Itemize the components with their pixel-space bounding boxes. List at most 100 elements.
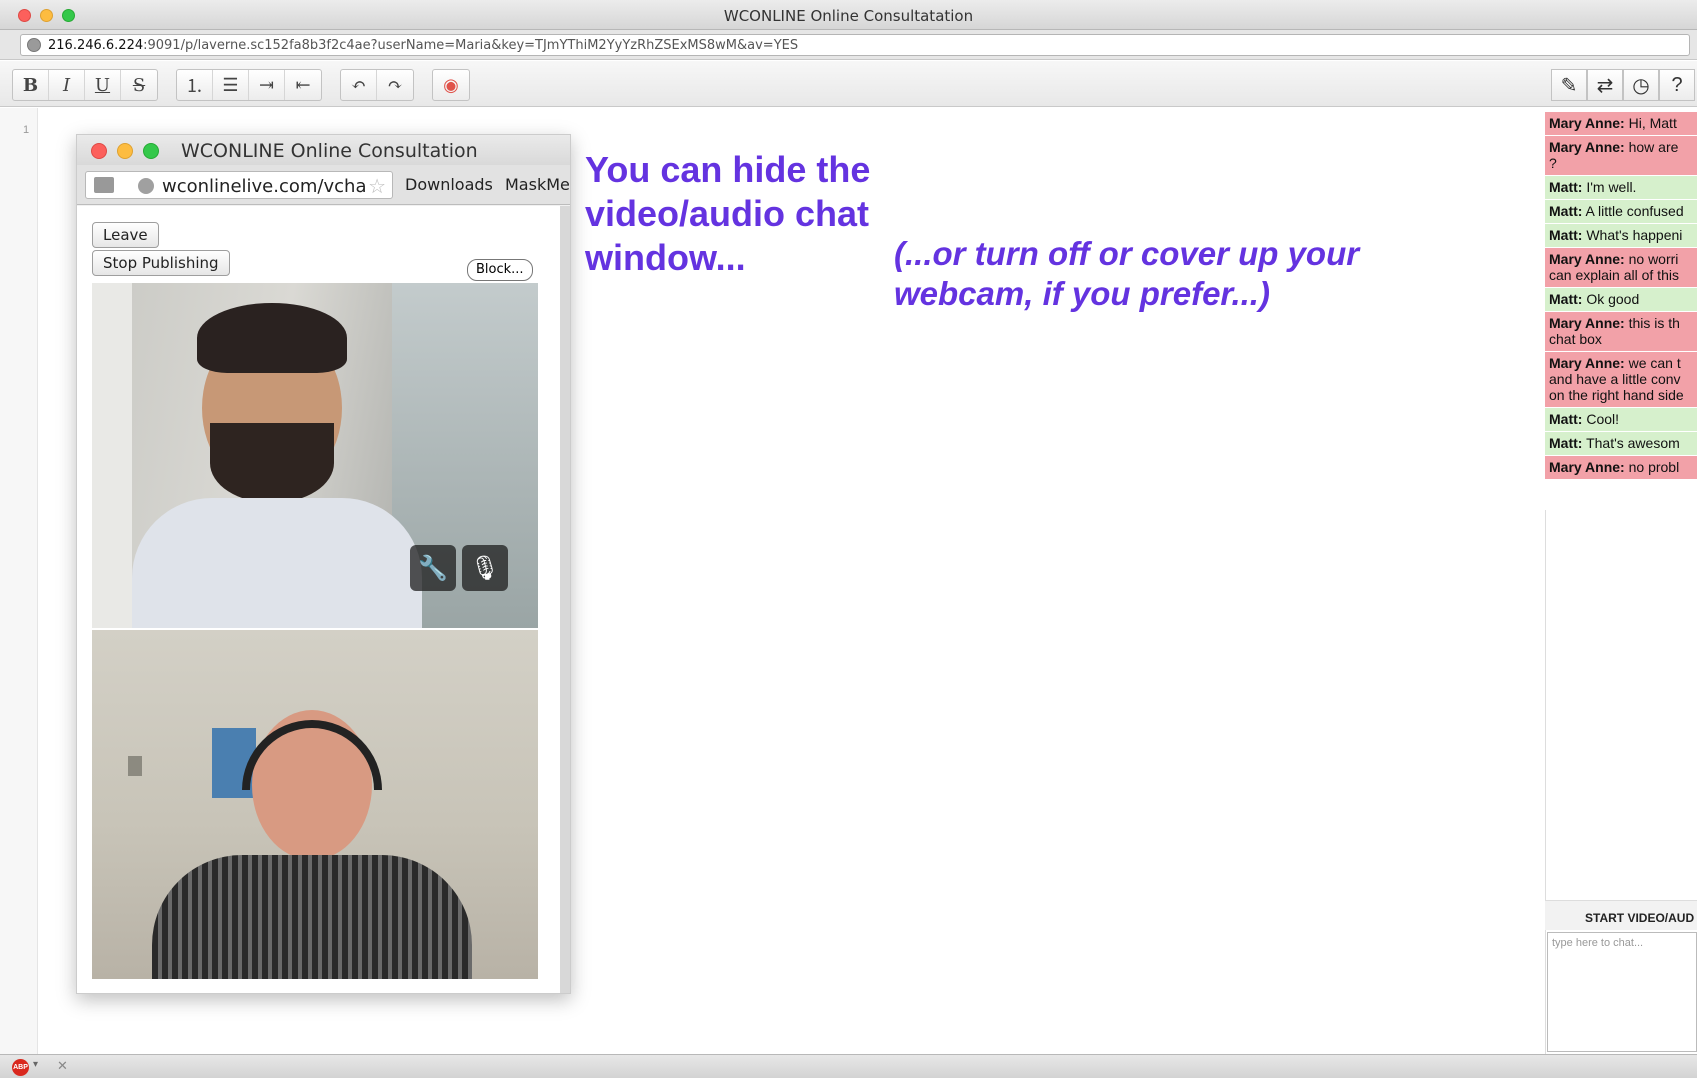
url-host: 216.246.6.224	[48, 38, 144, 53]
status-bar: ABP ▾ ✕	[0, 1054, 1697, 1078]
format-group: B I U S	[12, 69, 158, 101]
video-minimize-button[interactable]	[117, 143, 133, 159]
bookmark-downloads[interactable]: Downloads	[405, 175, 493, 194]
headphones	[242, 720, 382, 790]
chat-text-cont: chat box	[1549, 331, 1602, 347]
video-chat-window: WCONLINE Online Consultation wconlineliv…	[76, 134, 571, 994]
bullet-list-button[interactable]: ☰	[213, 70, 249, 100]
chat-text: Hi, Matt	[1624, 115, 1677, 131]
chat-message: Mary Anne: how are?	[1545, 136, 1697, 176]
video-url: wconlinelive.com/vcha	[162, 176, 367, 197]
outdent-button[interactable]: ⇤	[285, 70, 321, 100]
indent-button[interactable]: ⇥	[249, 70, 285, 100]
bookmark-maskme[interactable]: MaskMe	[505, 175, 570, 194]
video-close-button[interactable]	[91, 143, 107, 159]
chat-sender: Mary Anne:	[1549, 251, 1625, 267]
address-bar: 216.246.6.224:9091/p/laverne.sc152fa8b3f…	[0, 30, 1697, 60]
microphone-icon[interactable]: 🎙	[462, 545, 508, 591]
close-icon[interactable]: ✕	[57, 1058, 68, 1074]
url-text[interactable]: 216.246.6.224:9091/p/laverne.sc152fa8b3f…	[48, 38, 798, 53]
sidebar-icon[interactable]	[94, 177, 114, 193]
chat-text: Cool!	[1582, 411, 1620, 427]
ordered-list-button[interactable]: ⒈	[177, 70, 213, 100]
chat-text: That's awesom	[1582, 435, 1680, 451]
start-video-audio-button[interactable]: START VIDEO/AUD	[1545, 900, 1697, 930]
window-title: WCONLINE Online Consultatation	[723, 7, 974, 25]
swap-icon[interactable]: ⇄	[1587, 69, 1623, 101]
pencil-icon[interactable]: ✎	[1551, 69, 1587, 101]
chat-sender: Matt:	[1549, 227, 1583, 243]
video-zoom-button[interactable]	[143, 143, 159, 159]
chat-sender: Matt:	[1549, 203, 1583, 219]
chat-text: how are	[1624, 139, 1679, 155]
chat-text: A little confused	[1582, 203, 1684, 219]
block-button[interactable]: Block...	[467, 259, 533, 281]
chat-message: Mary Anne: we can t and have a little con…	[1545, 352, 1697, 408]
adblock-icon[interactable]: ABP	[12, 1059, 29, 1076]
chat-sender: Mary Anne:	[1549, 315, 1625, 331]
underline-button[interactable]: U	[85, 70, 121, 100]
leave-button[interactable]: Leave	[92, 222, 159, 248]
wall-edge	[92, 283, 132, 628]
wrench-icon[interactable]: 🔧	[410, 545, 456, 591]
local-video-feed: 🔧 🎙	[92, 283, 538, 628]
bold-button[interactable]: B	[13, 70, 49, 100]
chat-text: no probl	[1624, 459, 1680, 475]
help-icon[interactable]: ?	[1659, 69, 1695, 101]
chat-sender: Matt:	[1549, 291, 1583, 307]
light-switch	[128, 756, 142, 776]
chat-message: Mary Anne: no worri can explain all of th…	[1545, 248, 1697, 288]
italic-button[interactable]: I	[49, 70, 85, 100]
chat-text-cont: can explain all of this	[1549, 267, 1679, 283]
line-number: 1	[23, 124, 30, 136]
video-url-field[interactable]: wconlinelive.com/vcha ☆	[85, 171, 393, 199]
chat-sender: Matt:	[1549, 179, 1583, 195]
chat-message: Matt: Ok good	[1545, 288, 1697, 312]
color-picker-button[interactable]: ◉	[433, 70, 469, 100]
list-group: ⒈ ☰ ⇥ ⇤	[176, 69, 322, 101]
chat-text: this is th	[1624, 315, 1680, 331]
url-field[interactable]: 216.246.6.224:9091/p/laverne.sc152fa8b3f…	[20, 34, 1690, 56]
chat-message: Mary Anne: Hi, Matt	[1545, 112, 1697, 136]
chat-message: Matt: Cool!	[1545, 408, 1697, 432]
chat-text: What's happeni	[1582, 227, 1683, 243]
video-window-title: WCONLINE Online Consultation	[181, 140, 478, 162]
stop-publishing-button[interactable]: Stop Publishing	[92, 250, 230, 276]
redo-button[interactable]: ↷	[377, 70, 413, 100]
video-window-navbar: wconlinelive.com/vcha ☆ Downloads MaskMe	[77, 165, 570, 205]
hair	[197, 303, 347, 373]
chat-log: Mary Anne: Hi, Matt Mary Anne: how are? …	[1545, 112, 1697, 510]
chat-text-cont: on the right hand side	[1549, 387, 1684, 403]
chat-sender: Mary Anne:	[1549, 139, 1625, 155]
chat-message: Mary Anne: this is th chat box	[1545, 312, 1697, 352]
chat-text: Ok good	[1582, 291, 1640, 307]
annotation-main: You can hide the video/audio chat window…	[585, 149, 871, 278]
chat-text: no worri	[1624, 251, 1679, 267]
chat-sender: Matt:	[1549, 411, 1583, 427]
annotation-aside: (...or turn off or cover up your webcam,…	[894, 235, 1360, 312]
chat-text-cont: ?	[1549, 155, 1557, 171]
clock-icon[interactable]: ◷	[1623, 69, 1659, 101]
line-gutter: 1	[0, 108, 38, 1054]
chevron-down-icon[interactable]: ▾	[33, 1059, 38, 1070]
chat-message: Matt: I'm well.	[1545, 176, 1697, 200]
chat-sender: Mary Anne:	[1549, 459, 1625, 475]
chat-message: Mary Anne: no probl	[1545, 456, 1697, 480]
chat-text: I'm well.	[1582, 179, 1637, 195]
url-path: :9091/p/laverne.sc152fa8b3f2c4ae?userNam…	[143, 38, 799, 53]
strikethrough-button[interactable]: S	[121, 70, 157, 100]
history-group: ↶ ↷	[340, 69, 414, 101]
undo-button[interactable]: ↶	[341, 70, 377, 100]
chat-message: Matt: A little confused	[1545, 200, 1697, 224]
chat-input[interactable]: type here to chat...	[1547, 932, 1697, 1052]
remote-video-feed	[92, 630, 538, 979]
video-window-scrollbar[interactable]	[560, 206, 570, 993]
sidebar-toolbar: ✎ ⇄ ◷ ?	[1537, 61, 1697, 107]
beard	[210, 423, 334, 503]
chat-sender: Matt:	[1549, 435, 1583, 451]
star-icon[interactable]: ☆	[368, 174, 386, 199]
chat-message: Matt: That's awesom	[1545, 432, 1697, 456]
chat-sender: Mary Anne:	[1549, 355, 1625, 371]
chat-sender: Mary Anne:	[1549, 115, 1625, 131]
video-content: Leave Stop Publishing Block... 🔧 🎙	[77, 206, 570, 993]
